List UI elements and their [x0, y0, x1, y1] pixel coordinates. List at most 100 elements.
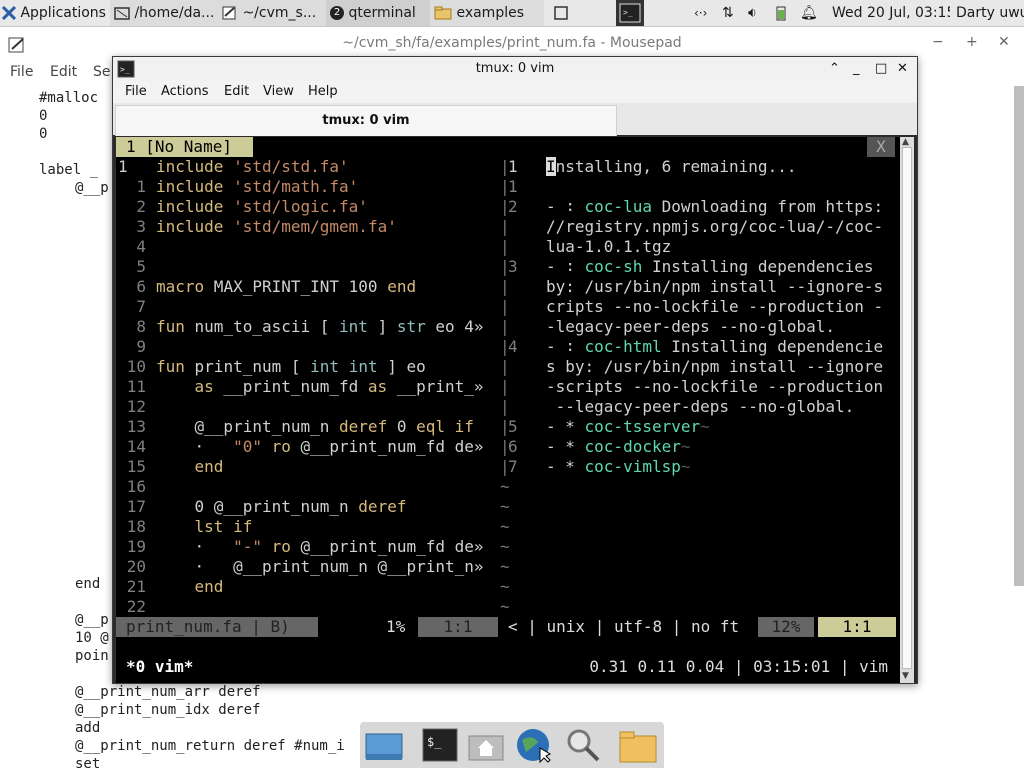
volume-icon[interactable]: 🔉︎ — [748, 0, 768, 26]
line-number: 20 — [126, 557, 146, 576]
coc-install-line: - * coc-tsserver~ — [546, 417, 710, 436]
coc-install-line: -legacy-peer-deps --no-global. — [546, 317, 835, 336]
tmux-window-list[interactable]: *0 vim* — [126, 657, 193, 677]
menu-file[interactable]: File — [10, 64, 33, 80]
workspace-2[interactable]: >_ — [616, 0, 644, 26]
maximize-button[interactable]: + — [966, 34, 978, 50]
line-number — [508, 357, 536, 377]
clock[interactable]: Wed 20 Jul, 03:15 — [832, 0, 950, 26]
code-line: fun print_num [ int int ] eo — [156, 357, 426, 376]
line-number: 1 — [136, 177, 146, 196]
terminal-app-icon: >_ — [117, 60, 135, 78]
folder-icon — [114, 7, 130, 20]
task-label: examples — [456, 5, 525, 21]
scrollbar-thumb[interactable] — [902, 147, 912, 669]
close-button[interactable]: ✕ — [998, 34, 1010, 50]
battery-icon[interactable] — [776, 0, 790, 26]
code-line: @__p — [75, 180, 109, 196]
line-number: 1 — [508, 177, 518, 196]
home-folder-icon[interactable] — [466, 726, 506, 764]
tmux-status-right: 0.31 0.11 0.04 | 03:15:01 | vim — [589, 657, 888, 676]
mousepad-scrollbar[interactable] — [1014, 86, 1024, 586]
code-line: macro MAX_PRINT_INT 100 end — [156, 277, 417, 296]
maximize-button[interactable]: □ — [875, 57, 887, 81]
line-number: 5 — [508, 417, 518, 436]
applications-menu[interactable]: Applications — [2, 0, 106, 26]
line-number — [508, 377, 536, 397]
code-line: @__print_num_idx deref — [75, 702, 261, 718]
search-icon[interactable] — [564, 726, 604, 764]
close-button[interactable]: ✕ — [897, 57, 908, 81]
code-line: 0 — [39, 108, 48, 124]
separator-char: ~ — [500, 477, 510, 496]
line-number: 13 — [126, 417, 146, 436]
menu-file[interactable]: File — [125, 84, 147, 99]
task-mousepad[interactable]: ~/cvm_s... — [218, 0, 326, 26]
line-number: 14 — [126, 437, 146, 456]
line-number: 8 — [136, 317, 146, 336]
line-number — [508, 277, 536, 297]
line-number: 18 — [126, 517, 146, 536]
network-icon[interactable]: ‹·› — [694, 0, 716, 26]
menu-actions[interactable]: Actions — [161, 84, 209, 99]
minimize-button[interactable]: − — [932, 34, 944, 50]
vim-statusline-position-right: 1:1 — [818, 617, 896, 637]
menu-edit[interactable]: Edit — [50, 64, 77, 80]
applications-label: Applications — [20, 5, 106, 21]
coc-install-line: --legacy-peer-deps --no-global. — [546, 397, 855, 416]
code-line: 0 — [39, 126, 48, 142]
coc-install-line: - ∶ coc-html Installing dependencie — [546, 337, 884, 356]
terminal-scrollbar[interactable]: ▲ ▼ — [900, 137, 914, 683]
line-number: 4 — [136, 237, 146, 256]
task-qterminal[interactable]: 2 qterminal — [326, 0, 430, 26]
top-panel: Applications /home/da... ~/cvm_s... 2 qt… — [0, 0, 1024, 27]
task-examples[interactable]: examples — [430, 0, 544, 26]
menu-view[interactable]: View — [263, 84, 294, 99]
coc-install-line: //registry.npmjs.org/coc-lua/-/coc- — [546, 217, 884, 236]
transfer-icon[interactable]: ⇅ — [722, 0, 744, 26]
web-browser-icon[interactable] — [514, 726, 554, 764]
line-number — [508, 397, 536, 417]
line-number: 11 — [126, 377, 146, 396]
scroll-down-icon[interactable]: ▼ — [902, 671, 909, 681]
line-number: 7 — [136, 297, 146, 316]
terminal-window-icon: >_ — [619, 3, 641, 23]
code-line: @__print_num_arr deref — [75, 684, 261, 700]
terminal-launcher-icon[interactable]: $_ — [420, 726, 460, 764]
coc-install-line: - ∶ coc-sh Installing dependencies — [546, 257, 874, 276]
menu-search[interactable]: Se — [93, 64, 111, 80]
vim-close-tab[interactable]: X — [867, 137, 895, 157]
qterminal-titlebar[interactable]: >_ tmux: 0 vim ⌃ _ □ ✕ — [113, 57, 917, 81]
code-line: · "-" ro @__print_num_fd de» — [156, 537, 484, 556]
line-number: 2 — [136, 197, 146, 216]
tab-tmux[interactable]: tmux: 0 vim — [115, 105, 617, 136]
terminal-screen[interactable]: 1 [No Name] X 1 include 'std/std.fa' 1 incl… — [116, 137, 900, 683]
code-line: set — [75, 756, 101, 772]
code-line: @__p — [75, 612, 109, 628]
separator-char: ~ — [500, 597, 510, 616]
workspace-icon — [554, 6, 568, 20]
menu-edit[interactable]: Edit — [224, 84, 249, 99]
menu-help[interactable]: Help — [308, 84, 338, 99]
folder-icon[interactable] — [618, 726, 658, 764]
code-line: #malloc — [39, 90, 99, 106]
user-menu[interactable]: Darty uwu — [956, 0, 1024, 26]
task-file-manager[interactable]: /home/da... — [110, 0, 218, 26]
folder-icon — [434, 6, 452, 20]
qterminal-window: >_ tmux: 0 vim ⌃ _ □ ✕ File Actions Edit… — [112, 56, 918, 684]
separator-char: ~ — [500, 557, 510, 576]
code-line: fun num_to_ascii [ int ] str eo 4» — [156, 317, 484, 336]
code-line: as __print_num_fd as __print_» — [194, 377, 484, 396]
chevron-up-icon[interactable]: ⌃ — [829, 57, 840, 81]
vim-tab[interactable]: 1 [No Name] — [116, 137, 253, 157]
scroll-up-icon[interactable]: ▲ — [902, 137, 909, 147]
line-number: 3 — [136, 217, 146, 236]
show-desktop-icon[interactable] — [364, 726, 404, 764]
workspace-1[interactable] — [554, 0, 572, 26]
notification-bell-icon[interactable]: 🔔︎ — [800, 0, 818, 26]
coc-install-line: Installing, 6 remaining... — [546, 157, 797, 176]
code-line: · "0" ro @__print_num_fd de» — [156, 437, 484, 456]
minimize-button[interactable]: _ — [853, 57, 860, 81]
line-number: 10 — [126, 357, 146, 376]
coc-install-line: s by: /usr/bin/npm install --ignore — [546, 357, 884, 376]
